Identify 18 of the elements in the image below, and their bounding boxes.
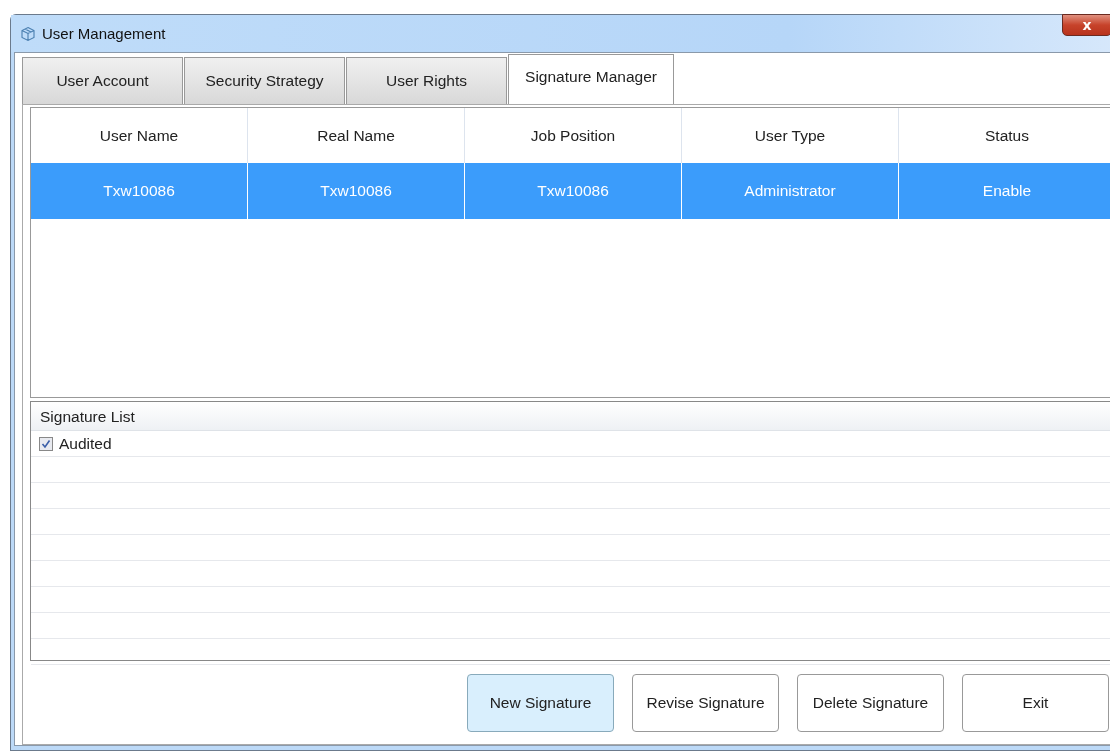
table-cell: Txw10086: [248, 163, 465, 219]
action-button[interactable]: New Signature: [467, 674, 614, 732]
tab[interactable]: Signature Manager: [508, 54, 674, 104]
tab[interactable]: User Account: [22, 57, 183, 104]
checkbox-label: Audited: [59, 434, 112, 453]
tab[interactable]: Security Strategy: [184, 57, 345, 104]
table-cell: Administrator: [682, 163, 899, 219]
table-cell: Txw10086: [31, 163, 248, 219]
close-button[interactable]: x: [1062, 14, 1110, 36]
checkbox[interactable]: [39, 436, 53, 451]
tab[interactable]: User Rights: [346, 57, 507, 104]
window-title: User Management: [42, 25, 166, 42]
table-cell: Txw10086: [465, 163, 682, 219]
cube-icon: [20, 25, 36, 42]
action-button[interactable]: Revise Signature: [632, 674, 779, 732]
action-button[interactable]: Delete Signature: [797, 674, 944, 732]
table-cell: Enable: [899, 163, 1110, 219]
action-button[interactable]: Exit: [962, 674, 1109, 732]
